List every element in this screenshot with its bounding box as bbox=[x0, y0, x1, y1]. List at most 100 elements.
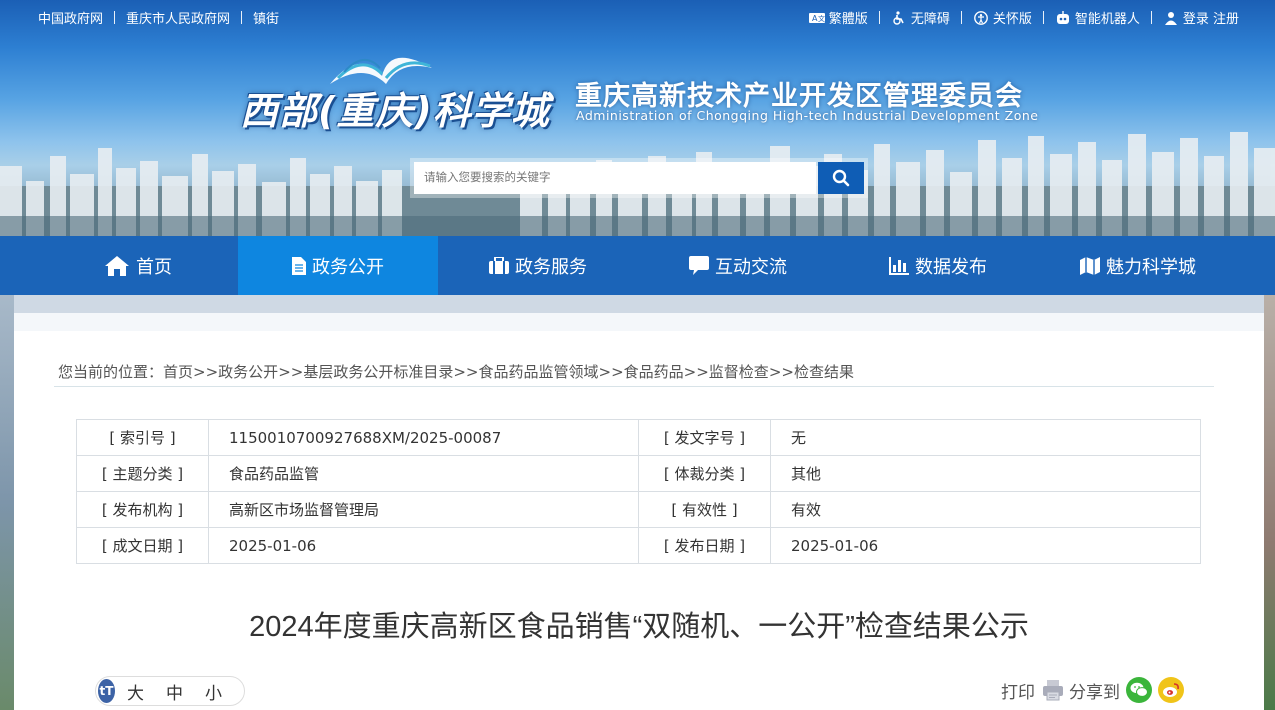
top-links-left: 中国政府网 重庆市人民政府网 镇街 bbox=[38, 8, 279, 27]
nav-charm-science-city[interactable]: 魅力科学城 bbox=[1038, 236, 1238, 295]
divider bbox=[114, 11, 116, 24]
font-size-small-button[interactable]: 小 bbox=[205, 679, 222, 704]
divider bbox=[1150, 11, 1152, 24]
main-content: 您当前的位置：首页>>政务公开>>基层政务公开标准目录>>食品药品监管领域>>食… bbox=[14, 313, 1264, 710]
nav-charm-science-city-label: 魅力科学城 bbox=[1106, 256, 1196, 278]
accessibility-label: 无障碍 bbox=[910, 12, 950, 27]
chatbot-label: 智能机器人 bbox=[1074, 12, 1140, 27]
meta-key-publish-date: [ 发布日期 ] bbox=[638, 527, 771, 564]
share-toolbar: 打印 分享到 bbox=[1001, 677, 1184, 703]
meta-value-publish-date: 2025-01-06 bbox=[770, 527, 1201, 564]
wechat-share-icon[interactable] bbox=[1126, 677, 1152, 703]
search-icon bbox=[832, 169, 850, 187]
divider bbox=[960, 11, 962, 24]
font-size-icon: tT bbox=[98, 679, 115, 703]
meta-value-written-date: 2025-01-06 bbox=[208, 527, 639, 564]
meta-value-index-number: 1150010700927688XM/2025-00087 bbox=[208, 419, 639, 456]
svg-text:文: 文 bbox=[818, 14, 825, 23]
meta-value-publisher: 高新区市场监督管理局 bbox=[208, 491, 639, 528]
nav-interaction-label: 互动交流 bbox=[715, 256, 787, 278]
meta-value-doc-number: 无 bbox=[770, 419, 1201, 456]
search-input[interactable] bbox=[414, 162, 816, 194]
weibo-share-icon[interactable] bbox=[1158, 677, 1184, 703]
wheelchair-icon bbox=[893, 11, 904, 25]
document-icon bbox=[292, 256, 306, 275]
printer-icon[interactable] bbox=[1041, 678, 1065, 702]
search-button[interactable] bbox=[818, 162, 864, 194]
search-box bbox=[410, 158, 868, 198]
meta-key-doc-number: [ 发文字号 ] bbox=[638, 419, 771, 456]
logo-main-text: 西部(重庆)科学城 bbox=[240, 89, 550, 133]
font-size-switcher: tT 大 中 小 bbox=[95, 676, 245, 706]
meta-value-topic: 食品药品监管 bbox=[208, 455, 639, 492]
nav-interaction[interactable]: 互动交流 bbox=[638, 236, 838, 295]
nav-gov-affairs-open[interactable]: 政务公开 bbox=[238, 236, 438, 295]
care-mode-label: 关怀版 bbox=[992, 12, 1032, 27]
chat-icon bbox=[689, 256, 709, 275]
table-row: [ 主题分类 ] 食品药品监管 [ 体裁分类 ] 其他 bbox=[76, 455, 1201, 492]
link-gov-cn[interactable]: 中国政府网 bbox=[38, 8, 103, 27]
meta-key-topic: [ 主题分类 ] bbox=[76, 455, 209, 492]
print-button[interactable]: 打印 bbox=[1001, 678, 1035, 703]
divider bbox=[241, 11, 243, 24]
meta-key-validity: [ 有效性 ] bbox=[638, 491, 771, 528]
translate-icon: A文 bbox=[808, 13, 825, 23]
link-cq-gov[interactable]: 重庆市人民政府网 bbox=[126, 8, 230, 27]
meta-key-written-date: [ 成文日期 ] bbox=[76, 527, 209, 564]
traditional-chinese-link[interactable]: A 文繁體版 bbox=[808, 8, 868, 27]
login-register-label: 登录 注册 bbox=[1182, 12, 1239, 27]
breadcrumb-separator: >> bbox=[193, 363, 219, 381]
divider bbox=[1042, 11, 1044, 24]
care-mode-link[interactable]: 关怀版 bbox=[973, 8, 1032, 27]
breadcrumb-separator: >> bbox=[768, 363, 794, 381]
background-left bbox=[0, 295, 14, 710]
robot-icon bbox=[1056, 11, 1069, 24]
article-title: 2024年度重庆高新区食品销售“双随机、一公开”检查结果公示 bbox=[249, 611, 1029, 643]
breadcrumb-item-food-drug-field[interactable]: 食品药品监管领域 bbox=[478, 363, 598, 381]
home-icon bbox=[105, 255, 129, 276]
meta-value-genre: 其他 bbox=[770, 455, 1201, 492]
nav-home[interactable]: 首页 bbox=[38, 236, 238, 295]
nav-home-label: 首页 bbox=[136, 256, 172, 278]
meta-key-publisher: [ 发布机构 ] bbox=[76, 491, 209, 528]
breadcrumb: 您当前的位置：首页>>政务公开>>基层政务公开标准目录>>食品药品监管领域>>食… bbox=[58, 361, 854, 382]
user-icon bbox=[1164, 12, 1177, 25]
nav-gov-services-label: 政务服务 bbox=[515, 256, 587, 278]
nav-data-release[interactable]: 数据发布 bbox=[838, 236, 1038, 295]
breadcrumb-prefix: 您当前的位置： bbox=[58, 363, 164, 381]
bar-chart-icon bbox=[889, 256, 909, 275]
breadcrumb-item-results[interactable]: 检查结果 bbox=[794, 363, 854, 381]
map-icon bbox=[1080, 256, 1100, 275]
link-towns[interactable]: 镇街 bbox=[253, 8, 279, 27]
breadcrumb-separator: >> bbox=[598, 363, 624, 381]
breadcrumb-item-gov-affairs-open[interactable]: 政务公开 bbox=[218, 363, 278, 381]
main-nav: 首页 政务公开 政务服务 互动交流 数据发布 魅力科学城 bbox=[0, 236, 1275, 295]
top-bar: 中国政府网 重庆市人民政府网 镇街 A 文繁體版 无障碍 关怀版 智能机器人 登… bbox=[0, 0, 1275, 32]
background-right bbox=[1264, 295, 1275, 710]
breadcrumb-item-inspection[interactable]: 监督检查 bbox=[709, 363, 769, 381]
briefcase-icon bbox=[489, 257, 509, 274]
divider bbox=[878, 11, 880, 24]
login-register-link[interactable]: 登录 注册 bbox=[1163, 8, 1239, 27]
content-top-band bbox=[14, 313, 1264, 331]
nav-gov-affairs-open-label: 政务公开 bbox=[312, 256, 384, 278]
breadcrumb-divider bbox=[54, 386, 1214, 387]
breadcrumb-item-standard-catalog[interactable]: 基层政务公开标准目录 bbox=[303, 363, 453, 381]
org-name-en: Administration of Chongqing High-tech In… bbox=[576, 108, 1039, 123]
care-mode-icon bbox=[973, 11, 988, 25]
top-links-right: A 文繁體版 无障碍 关怀版 智能机器人 登录 注册 bbox=[808, 8, 1239, 27]
font-size-medium-button[interactable]: 中 bbox=[166, 679, 183, 704]
meta-value-validity: 有效 bbox=[770, 491, 1201, 528]
nav-data-release-label: 数据发布 bbox=[915, 256, 987, 278]
breadcrumb-item-food-drug[interactable]: 食品药品 bbox=[624, 363, 684, 381]
table-row: [ 发布机构 ] 高新区市场监督管理局 [ 有效性 ] 有效 bbox=[76, 491, 1201, 528]
nav-gov-services[interactable]: 政务服务 bbox=[438, 236, 638, 295]
site-logo[interactable]: 西部(重庆)科学城 重庆高新技术产业开发区管理委员会 Administratio… bbox=[240, 40, 1060, 133]
document-meta-table: [ 索引号 ] 1150010700927688XM/2025-00087 [ … bbox=[76, 419, 1201, 564]
accessibility-link[interactable]: 无障碍 bbox=[891, 8, 950, 27]
chatbot-link[interactable]: 智能机器人 bbox=[1055, 8, 1140, 27]
breadcrumb-separator: >> bbox=[683, 363, 709, 381]
breadcrumb-item-home[interactable]: 首页 bbox=[163, 363, 193, 381]
font-size-large-button[interactable]: 大 bbox=[127, 679, 144, 704]
share-label: 分享到 bbox=[1069, 682, 1120, 703]
